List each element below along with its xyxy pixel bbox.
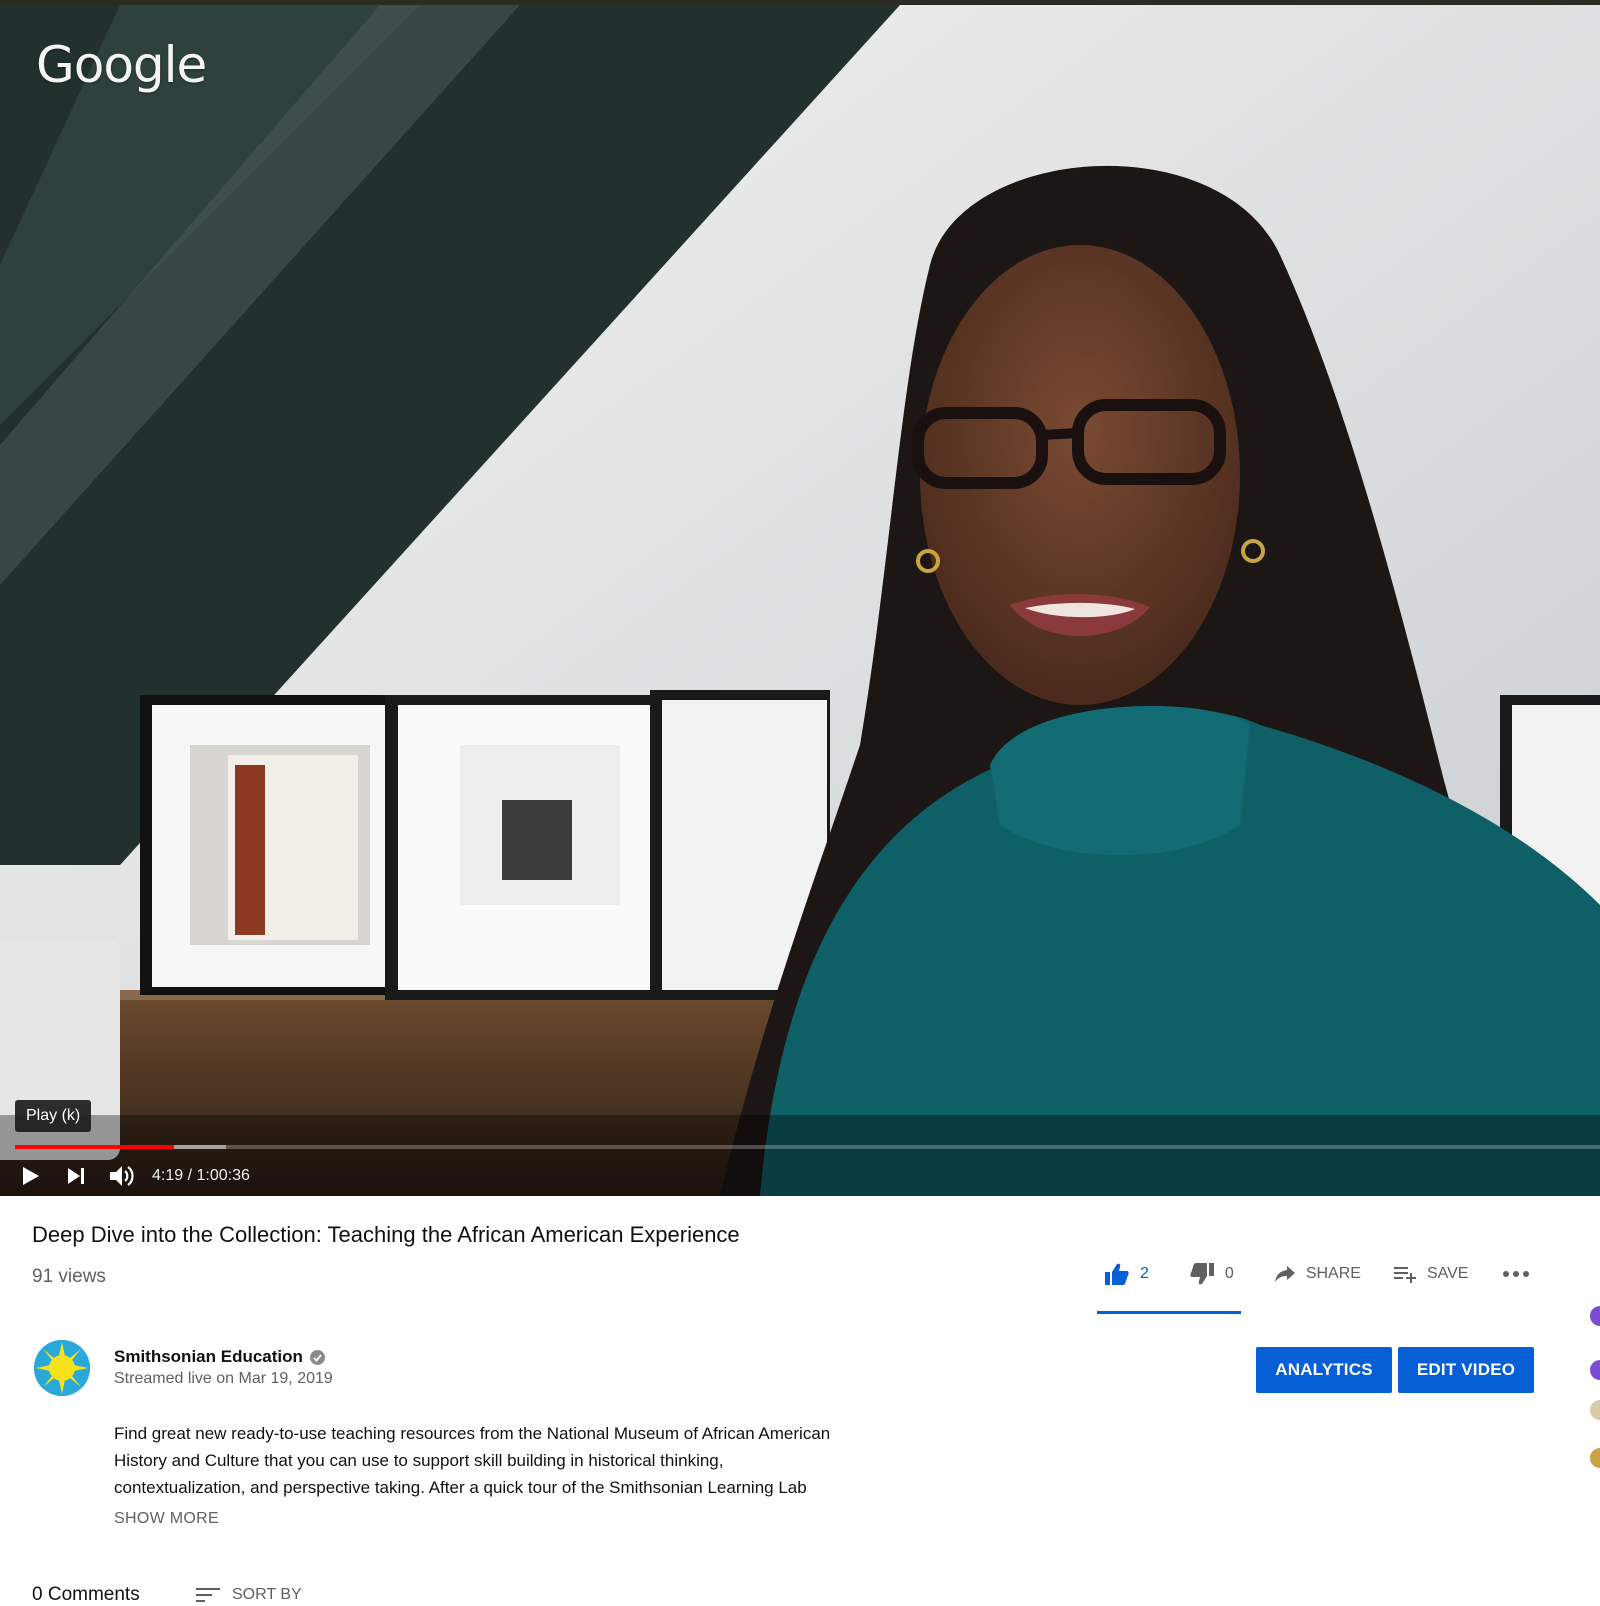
- progress-bar[interactable]: [15, 1145, 1600, 1149]
- channel-name-text: Smithsonian Education: [114, 1347, 303, 1366]
- sort-by-label: SORT BY: [232, 1586, 302, 1603]
- sort-by-button[interactable]: SORT BY: [196, 1586, 302, 1604]
- thumbs-up-icon: [1105, 1263, 1129, 1285]
- more-actions-button[interactable]: [1502, 1270, 1530, 1278]
- play-icon: [23, 1167, 39, 1185]
- video-title: Deep Dive into the Collection: Teaching …: [32, 1222, 740, 1247]
- edit-video-button[interactable]: EDIT VIDEO: [1398, 1347, 1534, 1393]
- comments-count: 0 Comments: [32, 1584, 140, 1605]
- video-player[interactable]: Google Play (k) 4:19 / 1:00:36: [0, 0, 1600, 1196]
- save-label: SAVE: [1426, 1265, 1469, 1282]
- video-description: Find great new ready-to-use teaching res…: [114, 1420, 904, 1501]
- dislike-button[interactable]: 0: [1189, 1262, 1234, 1286]
- volume-icon: [110, 1166, 134, 1186]
- more-horiz-icon: [1503, 1271, 1530, 1277]
- playlist-add-icon: [1393, 1267, 1416, 1283]
- time-display: 4:19 / 1:00:36: [152, 1167, 250, 1184]
- show-more-button[interactable]: SHOW MORE: [114, 1510, 219, 1528]
- video-frame: [0, 5, 1600, 1196]
- verified-icon: [309, 1349, 325, 1365]
- dislike-count: 0: [1224, 1265, 1234, 1282]
- share-button[interactable]: SHARE: [1274, 1264, 1361, 1284]
- thumbs-down-icon: [1190, 1263, 1214, 1285]
- like-count: 2: [1140, 1265, 1149, 1282]
- channel-name[interactable]: Smithsonian Education: [114, 1347, 325, 1367]
- player-controls: 4:19 / 1:00:36: [0, 1156, 1600, 1196]
- description-line: History and Culture that you can use to …: [114, 1451, 724, 1470]
- smithsonian-sun-logo: [34, 1340, 90, 1396]
- description-line: contextualization, and perspective takin…: [114, 1478, 807, 1497]
- share-icon: [1274, 1266, 1295, 1282]
- sort-icon: [196, 1588, 220, 1602]
- next-icon: [68, 1168, 84, 1184]
- sentiment-bar: [1097, 1311, 1241, 1314]
- like-button[interactable]: 2: [1104, 1262, 1149, 1286]
- next-button[interactable]: [60, 1160, 92, 1192]
- stream-date: Streamed live on Mar 19, 2019: [114, 1370, 333, 1387]
- volume-button[interactable]: [106, 1160, 138, 1192]
- sidebar-edge: [1590, 1306, 1600, 1468]
- description-line: Find great new ready-to-use teaching res…: [114, 1424, 831, 1443]
- view-count: 91 views: [32, 1266, 106, 1287]
- progress-played: [15, 1145, 174, 1149]
- video-actions: 2 0 SHARE SAVE: [1104, 1262, 1530, 1286]
- share-label: SHARE: [1305, 1265, 1361, 1282]
- play-tooltip: Play (k): [15, 1100, 92, 1132]
- play-button[interactable]: [14, 1160, 46, 1192]
- save-button[interactable]: SAVE: [1393, 1264, 1469, 1284]
- google-watermark: Google: [36, 36, 207, 94]
- channel-avatar[interactable]: [34, 1340, 90, 1396]
- analytics-button[interactable]: ANALYTICS: [1256, 1347, 1392, 1393]
